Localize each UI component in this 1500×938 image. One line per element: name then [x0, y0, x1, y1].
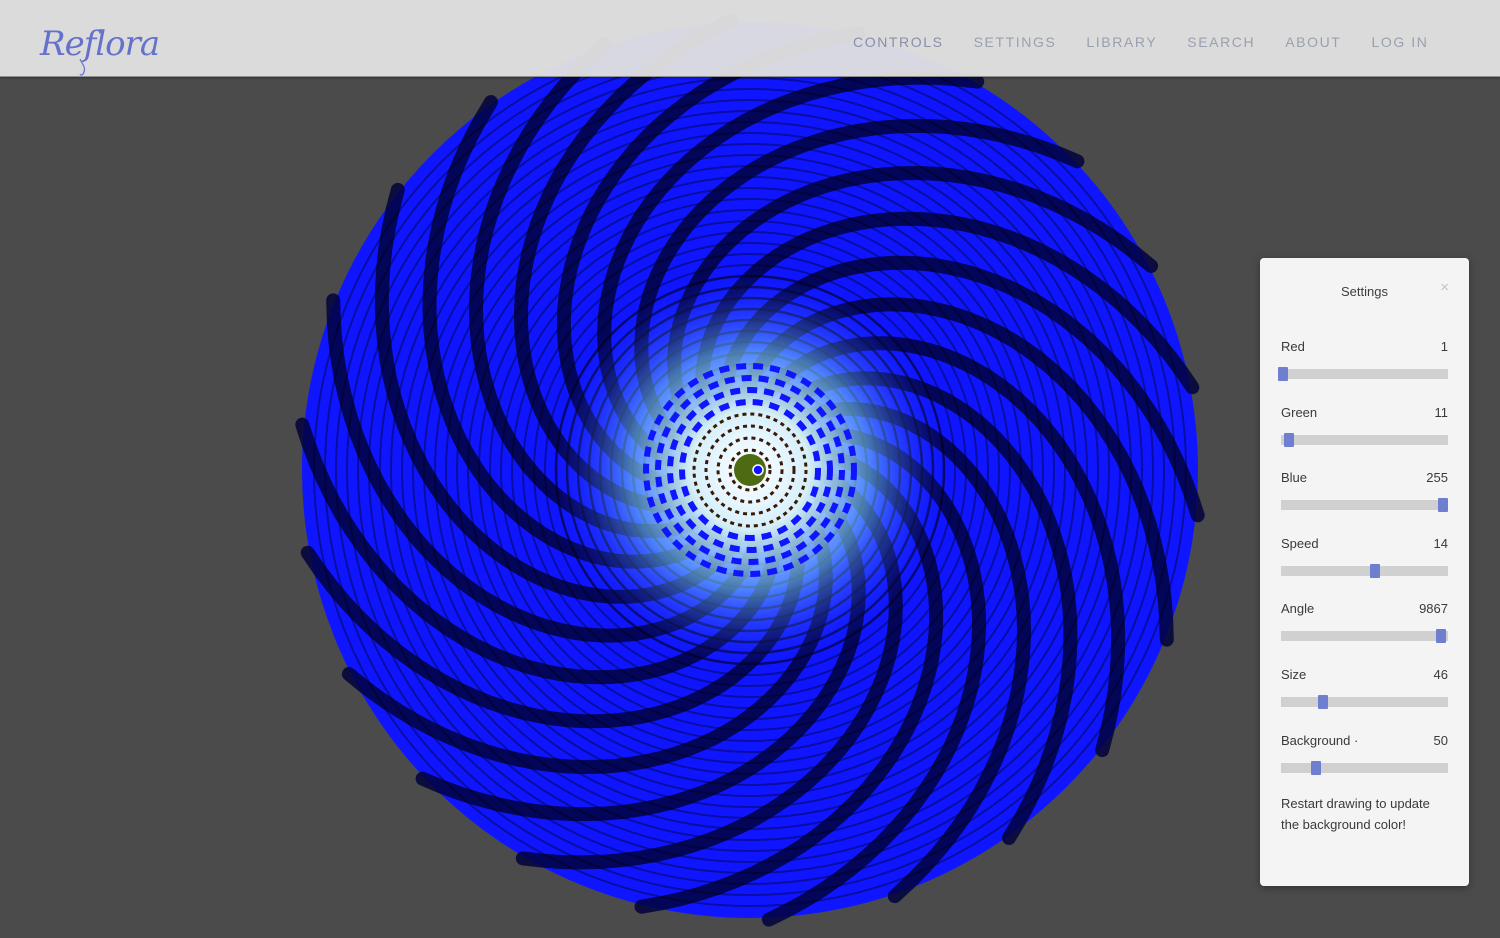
background-value: 50 — [1433, 733, 1448, 748]
background-slider-handle[interactable] — [1311, 761, 1322, 775]
settings-panel: Settings × Red 1 Green 11 Blue 255 Speed — [1260, 258, 1469, 886]
red-slider-handle[interactable] — [1277, 367, 1288, 381]
size-slider-handle[interactable] — [1317, 695, 1328, 709]
green-slider-handle[interactable] — [1284, 433, 1295, 447]
reflora-logo[interactable]: Reflora — [20, 10, 160, 76]
green-control: Green 11 — [1281, 405, 1448, 455]
center-dot — [752, 464, 764, 476]
size-slider[interactable] — [1281, 695, 1448, 709]
blue-value: 255 — [1426, 470, 1448, 485]
red-slider[interactable] — [1277, 367, 1448, 381]
nav-settings[interactable]: SETTINGS — [974, 33, 1057, 51]
nav-search[interactable]: SEARCH — [1187, 33, 1255, 51]
speed-value: 14 — [1433, 536, 1448, 551]
nav-links: CONTROLS SETTINGS LIBRARY SEARCH ABOUT L… — [853, 33, 1459, 51]
restart-note: Restart drawing to update the background… — [1281, 796, 1430, 832]
size-value: 46 — [1433, 667, 1448, 682]
angle-control: Angle 9867 — [1281, 601, 1448, 651]
green-slider[interactable] — [1281, 433, 1448, 447]
background-control: Background · 50 — [1281, 733, 1448, 783]
red-control: Red 1 — [1277, 339, 1448, 389]
angle-slider-handle[interactable] — [1436, 629, 1447, 643]
logo-flourish-icon — [79, 58, 86, 76]
spiral-flower-artwork — [295, 13, 1205, 927]
angle-value: 9867 — [1419, 601, 1448, 616]
blue-control: Blue 255 — [1281, 470, 1448, 520]
blue-slider-handle[interactable] — [1437, 498, 1448, 512]
green-label: Green — [1281, 405, 1318, 420]
red-label: Red — [1281, 339, 1305, 354]
reflora-app: Reflora CONTROLS SETTINGS LIBRARY SEARCH… — [0, 0, 1500, 938]
angle-label: Angle — [1281, 601, 1315, 616]
top-navigation-bar: Reflora CONTROLS SETTINGS LIBRARY SEARCH… — [0, 0, 1500, 77]
background-slider[interactable] — [1281, 761, 1448, 775]
angle-slider[interactable] — [1281, 629, 1448, 643]
speed-slider-handle[interactable] — [1369, 564, 1380, 578]
nav-controls[interactable]: CONTROLS — [853, 33, 944, 51]
red-value: 1 — [1440, 339, 1448, 354]
size-label: Size — [1281, 667, 1307, 682]
nav-log-in[interactable]: LOG IN — [1371, 33, 1428, 51]
close-icon[interactable]: × — [1440, 280, 1449, 296]
logo-text: Reflora — [40, 24, 160, 64]
settings-title: Settings — [1341, 284, 1388, 299]
blue-label: Blue — [1281, 470, 1308, 485]
blue-slider[interactable] — [1281, 498, 1448, 512]
size-control: Size 46 — [1281, 667, 1448, 717]
speed-label: Speed — [1281, 536, 1319, 551]
green-value: 11 — [1434, 405, 1449, 420]
speed-control: Speed 14 — [1281, 536, 1448, 586]
speed-slider[interactable] — [1281, 564, 1448, 578]
nav-about[interactable]: ABOUT — [1285, 33, 1341, 51]
nav-library[interactable]: LIBRARY — [1086, 33, 1157, 51]
background-label: Background · — [1281, 733, 1359, 748]
